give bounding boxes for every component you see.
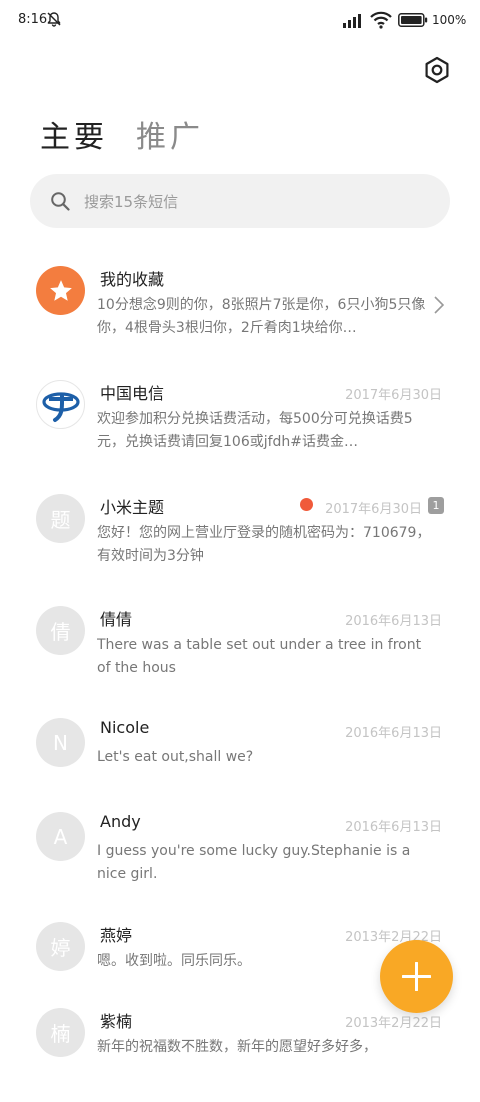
conversation-row[interactable]: 倩 倩倩 2016年6月13日 There was a table set ou… — [0, 590, 480, 700]
settings-hexagon-icon[interactable] — [423, 56, 451, 84]
compose-button[interactable] — [380, 940, 453, 1013]
conversation-name: Andy — [100, 812, 141, 831]
battery-icon — [398, 13, 428, 27]
chevron-right-icon — [434, 296, 444, 314]
conversation-name: 小米主题 — [100, 498, 165, 517]
conversation-row[interactable]: 题 小米主题 2017年6月30日 1 您好！您的网上营业厅登录的随机密码为：7… — [0, 478, 480, 588]
wifi-icon — [370, 11, 392, 29]
alert-icon — [300, 498, 313, 511]
avatar: 楠 — [36, 1008, 85, 1057]
conversation-name: 倩倩 — [100, 610, 133, 629]
avatar: 婷 — [36, 922, 85, 971]
conversation-row-favorites[interactable]: 我的收藏 10分想念9则的你，8张照片7张是你，6只小狗5只像你，4根骨头3根归… — [0, 250, 480, 360]
search-input[interactable]: 搜索15条短信 — [30, 174, 450, 228]
conversation-preview: 10分想念9则的你，8张照片7张是你，6只小狗5只像你，4根骨头3根归你，2斤肴… — [97, 297, 426, 336]
china-telecom-logo — [36, 380, 85, 429]
avatar: 倩 — [36, 606, 85, 655]
status-time: 8:16 — [18, 12, 48, 27]
conversation-preview: 您好！您的网上营业厅登录的随机密码为：710679，有效时间为3分钟 — [97, 525, 431, 564]
conversation-name: 燕婷 — [100, 926, 133, 945]
tab-main[interactable]: 主要 — [40, 112, 108, 156]
search-placeholder: 搜索15条短信 — [84, 193, 179, 211]
cell-signal-icon — [343, 14, 361, 28]
conversation-name: Nicole — [100, 718, 150, 737]
avatar: A — [36, 812, 85, 861]
search-icon — [51, 192, 70, 211]
favorites-avatar — [36, 266, 85, 315]
conversation-preview: 欢迎参加积分兑换话费活动，每500分可兑换话费5元，兑换话费请回复106或jfd… — [97, 411, 413, 450]
conversation-date: 2017年6月30日 — [325, 502, 422, 517]
sim-badge: 1 — [428, 497, 444, 514]
conversation-date: 2016年6月13日 — [345, 614, 442, 629]
conversation-preview: There was a table set out under a tree i… — [97, 637, 422, 676]
conversation-row[interactable]: 中国电信 2017年6月30日 欢迎参加积分兑换话费活动，每500分可兑换话费5… — [0, 364, 480, 474]
conversation-preview: I guess you're some lucky guy.Stephanie … — [97, 843, 411, 882]
conversation-row[interactable]: A Andy 2016年6月13日 I guess you're some lu… — [0, 796, 480, 906]
conversation-date: 2013年2月22日 — [345, 1016, 442, 1031]
conversation-date: 2016年6月13日 — [345, 726, 442, 741]
tab-promotions[interactable]: 推广 — [136, 112, 204, 156]
avatar: N — [36, 718, 85, 767]
conversation-name: 中国电信 — [100, 384, 165, 403]
conversation-preview: Let's eat out,shall we? — [97, 749, 254, 765]
conversation-preview: 新年的祝福数不胜数，新年的愿望好多好多， — [97, 1039, 377, 1055]
bell-muted-icon — [47, 12, 61, 27]
conversation-name: 我的收藏 — [100, 270, 165, 289]
star-icon — [49, 279, 72, 301]
avatar: 题 — [36, 494, 85, 543]
conversation-date: 2017年6月30日 — [345, 388, 442, 403]
status-bar: 8:16 100% — [0, 0, 480, 40]
battery-percent: 100% — [432, 13, 467, 27]
plus-icon — [402, 962, 431, 991]
china-telecom-logo-icon — [41, 391, 80, 422]
conversation-date: 2016年6月13日 — [345, 820, 442, 835]
conversation-name: 紫楠 — [100, 1012, 133, 1031]
